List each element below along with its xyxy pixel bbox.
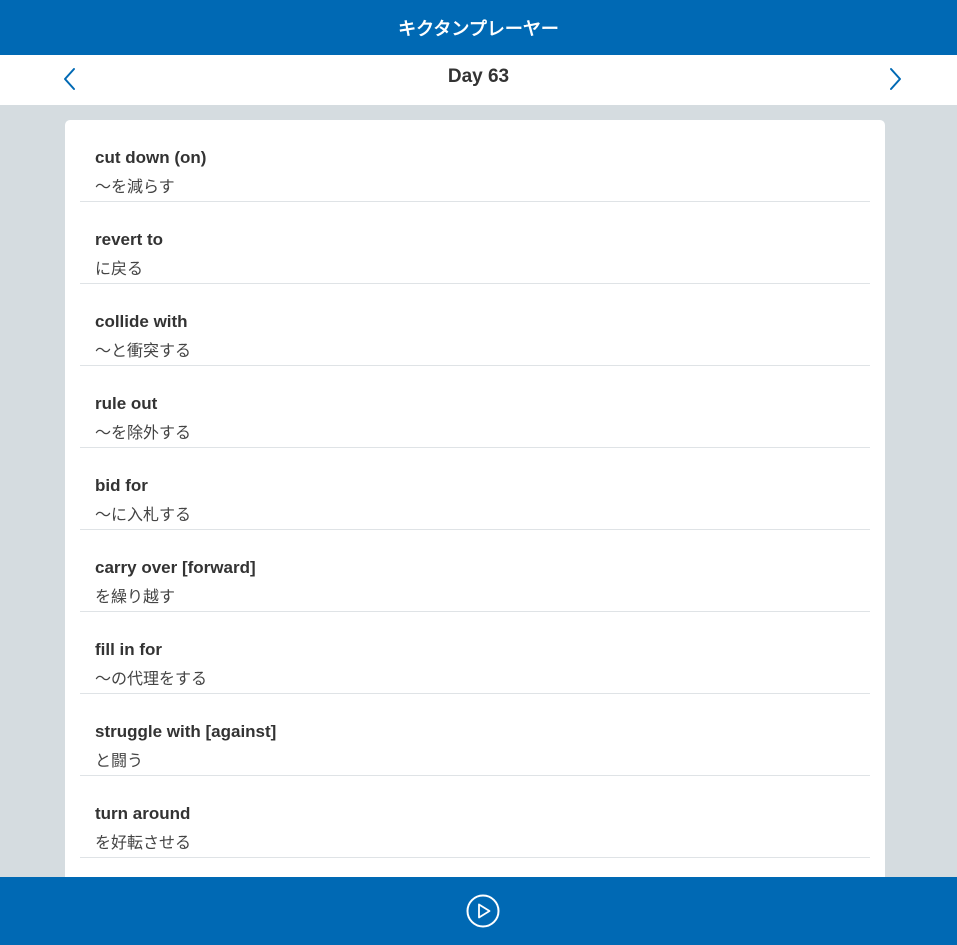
next-day-button[interactable] — [882, 66, 908, 92]
word-list-item[interactable]: struggle with [against] と闘う — [80, 694, 870, 776]
word-japanese: を繰り越す — [95, 587, 176, 606]
word-list: cut down (on) ～を減らす revert to に戻る collid… — [65, 120, 885, 858]
word-japanese: ～に入札する — [95, 505, 192, 524]
word-japanese: ～を除外する — [95, 423, 192, 442]
word-english: bid for — [95, 476, 148, 495]
play-button[interactable] — [466, 894, 500, 928]
word-english: carry over [forward] — [95, 558, 256, 577]
word-japanese: に戻る — [95, 259, 144, 278]
word-english: fill in for — [95, 640, 163, 659]
word-list-item[interactable]: rule out ～を除外する — [80, 366, 870, 448]
word-japanese: ～を減らす — [95, 177, 175, 196]
day-title: Day 63 — [447, 66, 510, 87]
word-list-item[interactable]: bid for ～に入札する — [80, 448, 870, 530]
word-english: turn around — [95, 804, 191, 823]
word-japanese: ～と衝突する — [95, 341, 192, 360]
play-circle-icon — [466, 894, 500, 928]
app-header: キクタンプレーヤー — [0, 0, 957, 55]
word-english: struggle with [against] — [95, 722, 277, 741]
word-english: revert to — [95, 230, 164, 249]
day-navigation: Day 63 — [0, 55, 957, 105]
word-japanese: ～の代理をする — [95, 669, 208, 688]
word-list-item[interactable]: fill in for ～の代理をする — [80, 612, 870, 694]
word-english: collide with — [95, 312, 188, 331]
word-list-item[interactable]: collide with ～と衝突する — [80, 284, 870, 366]
word-list-item[interactable]: revert to に戻る — [80, 202, 870, 284]
word-japanese: と闘う — [95, 751, 144, 770]
app-title: キクタンプレーヤー — [398, 18, 559, 40]
chevron-right-icon — [890, 68, 901, 90]
word-list-item[interactable]: carry over [forward] を繰り越す — [80, 530, 870, 612]
word-english: rule out — [95, 394, 158, 413]
player-footer — [0, 877, 957, 945]
word-list-item[interactable]: cut down (on) ～を減らす — [80, 120, 870, 202]
word-japanese: を好転させる — [95, 833, 192, 852]
word-list-card: cut down (on) ～を減らす revert to に戻る collid… — [65, 120, 885, 910]
word-list-item[interactable]: turn around を好転させる — [80, 776, 870, 858]
word-english: cut down (on) — [95, 148, 207, 167]
